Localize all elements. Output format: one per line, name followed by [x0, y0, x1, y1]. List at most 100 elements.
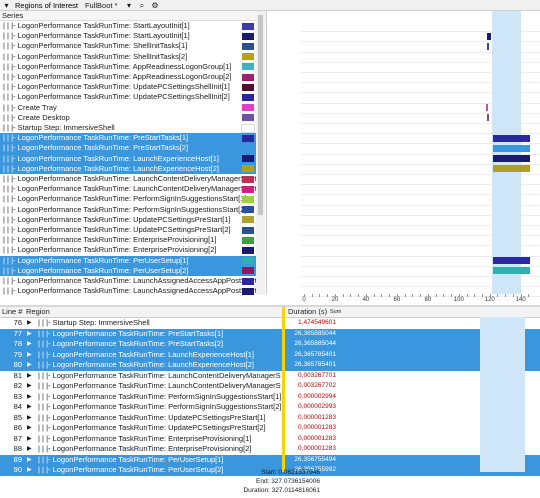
- line-number: 76: [13, 318, 22, 327]
- series-color-swatch[interactable]: [242, 144, 254, 152]
- series-row[interactable]: | | |- Startup Step: ImmersiveShell: [0, 123, 256, 133]
- expand-arrow-icon[interactable]: ▶: [27, 465, 32, 476]
- series-row[interactable]: | | |- LogonPerformance TaskRunTime: Pre…: [0, 143, 256, 154]
- series-color-swatch[interactable]: [242, 236, 254, 244]
- timeline-bar[interactable]: [492, 155, 530, 163]
- series-row[interactable]: | | |- LogonPerformance TaskRunTime: Sta…: [0, 31, 256, 41]
- expand-arrow-icon[interactable]: ▶: [27, 455, 32, 466]
- timeline-bar[interactable]: [486, 42, 489, 50]
- timeline-bar[interactable]: [486, 104, 489, 112]
- series-color-swatch[interactable]: [242, 257, 254, 265]
- expand-arrow-icon[interactable]: ▶: [27, 329, 32, 340]
- expand-arrow-icon[interactable]: ▶: [27, 423, 32, 434]
- timeline-bar[interactable]: [492, 267, 530, 275]
- timeline-bar[interactable]: [492, 134, 530, 142]
- series-row[interactable]: | | |- LogonPerformance TaskRunTime: Per…: [0, 205, 256, 215]
- series-color-swatch[interactable]: [241, 123, 255, 133]
- series-row[interactable]: | | |- LogonPerformance TaskRunTime: App…: [0, 62, 256, 72]
- expand-arrow-icon[interactable]: ▶: [27, 413, 32, 424]
- series-color-swatch[interactable]: [242, 267, 254, 275]
- series-row[interactable]: | | |- LogonPerformance TaskRunTime: App…: [0, 72, 256, 82]
- series-row[interactable]: | | |- LogonPerformance TaskRunTime: Upd…: [0, 215, 256, 225]
- series-color-swatch[interactable]: [242, 53, 254, 61]
- series-row-label: | | |- LogonPerformance TaskRunTime: Per…: [3, 194, 247, 204]
- expand-arrow-icon[interactable]: ▶: [27, 381, 32, 392]
- series-row[interactable]: | | |- LogonPerformance TaskRunTime: Lau…: [0, 174, 256, 184]
- series-row[interactable]: | | |- LogonPerformance TaskRunTime: Upd…: [0, 82, 256, 92]
- expand-arrow-icon[interactable]: ▶: [27, 392, 32, 403]
- search-icon[interactable]: ⌕: [137, 1, 146, 10]
- series-row[interactable]: | | |- LogonPerformance TaskRunTime: Lau…: [0, 286, 256, 295]
- expand-arrow-icon[interactable]: ▶: [27, 350, 32, 361]
- series-row[interactable]: | | |- LogonPerformance TaskRunTime: Upd…: [0, 225, 256, 235]
- expand-arrow-icon[interactable]: ▶: [27, 444, 32, 455]
- gear-icon[interactable]: ⚙: [150, 1, 159, 10]
- series-color-swatch[interactable]: [242, 134, 254, 142]
- series-row[interactable]: | | |- LogonPerformance TaskRunTime: Lau…: [0, 163, 256, 174]
- series-color-swatch[interactable]: [242, 22, 254, 30]
- series-color-swatch[interactable]: [242, 287, 254, 295]
- series-color-swatch[interactable]: [242, 216, 254, 224]
- timeline-bar[interactable]: [492, 257, 530, 265]
- series-row[interactable]: | | |- LogonPerformance TaskRunTime: Lau…: [0, 153, 256, 164]
- expand-arrow-icon[interactable]: ▶: [27, 360, 32, 371]
- series-row-label: | | |- LogonPerformance TaskRunTime: Per…: [3, 255, 189, 265]
- series-row[interactable]: | | |- LogonPerformance TaskRunTime: Per…: [0, 255, 256, 266]
- series-color-swatch[interactable]: [242, 93, 254, 101]
- chevron-down-icon[interactable]: ▾: [2, 1, 11, 10]
- series-row[interactable]: | | |- LogonPerformance TaskRunTime: Ent…: [0, 235, 256, 245]
- col-region[interactable]: Region: [26, 307, 50, 317]
- preset-dropdown-icon[interactable]: ▾: [124, 1, 133, 10]
- series-color-swatch[interactable]: [242, 175, 254, 183]
- series-row[interactable]: | | |- LogonPerformance TaskRunTime: Pre…: [0, 133, 256, 144]
- series-scrollbar[interactable]: [256, 11, 265, 295]
- series-color-swatch[interactable]: [242, 83, 254, 91]
- series-color-swatch[interactable]: [242, 195, 254, 203]
- series-color-swatch[interactable]: [242, 114, 254, 122]
- highlight-range[interactable]: [492, 11, 521, 294]
- series-row[interactable]: | | |- Create Desktop: [0, 113, 256, 123]
- series-color-swatch[interactable]: [242, 73, 254, 81]
- expand-arrow-icon[interactable]: ▶: [27, 339, 32, 350]
- series-row[interactable]: | | |- LogonPerformance TaskRunTime: Lau…: [0, 276, 256, 286]
- series-color-swatch[interactable]: [242, 226, 254, 234]
- timeline-graph[interactable]: 0 20 40 60 80 100 120 140: [300, 11, 540, 303]
- series-color-swatch[interactable]: [242, 63, 254, 71]
- series-row[interactable]: | | |- LogonPerformance TaskRunTime: She…: [0, 41, 256, 51]
- series-row[interactable]: | | |- LogonPerformance TaskRunTime: Upd…: [0, 92, 256, 102]
- column-divider-marker: [282, 307, 285, 472]
- series-row[interactable]: | | |- LogonPerformance TaskRunTime: Lau…: [0, 184, 256, 194]
- expand-arrow-icon[interactable]: ▶: [27, 402, 32, 413]
- duration-value: 0,000001283: [298, 424, 336, 431]
- series-row[interactable]: | | |- Create Tray: [0, 103, 256, 113]
- preset-select[interactable]: FullBoot *: [82, 1, 121, 10]
- series-color-swatch[interactable]: [242, 185, 254, 193]
- series-row-label: | | |- LogonPerformance TaskRunTime: She…: [3, 51, 188, 61]
- timeline-bar[interactable]: [486, 114, 489, 122]
- col-duration[interactable]: Duration (s): [288, 307, 327, 317]
- series-color-swatch[interactable]: [242, 277, 254, 285]
- series-color-swatch[interactable]: [242, 42, 254, 50]
- series-row[interactable]: | | |- LogonPerformance TaskRunTime: Per…: [0, 194, 256, 204]
- series-row[interactable]: | | |- LogonPerformance TaskRunTime: Per…: [0, 265, 256, 276]
- series-row[interactable]: | | |- LogonPerformance TaskRunTime: She…: [0, 52, 256, 62]
- series-color-swatch[interactable]: [242, 104, 254, 112]
- series-row[interactable]: | | |- LogonPerformance TaskRunTime: Sta…: [0, 21, 256, 31]
- series-color-swatch[interactable]: [242, 155, 254, 163]
- series-color-swatch[interactable]: [242, 246, 254, 254]
- line-number: 78: [13, 339, 22, 348]
- expand-arrow-icon[interactable]: ▶: [27, 434, 32, 445]
- series-row[interactable]: | | |- LogonPerformance TaskRunTime: Ent…: [0, 245, 256, 255]
- scrollbar-thumb[interactable]: [258, 15, 263, 215]
- expand-arrow-icon[interactable]: ▶: [27, 371, 32, 382]
- timeline-bar[interactable]: [492, 165, 530, 173]
- timeline-bar[interactable]: [487, 32, 492, 40]
- expand-arrow-icon[interactable]: ▶: [27, 318, 32, 329]
- series-row-label: | | |- LogonPerformance TaskRunTime: Upd…: [3, 225, 231, 234]
- series-color-swatch[interactable]: [242, 32, 254, 40]
- series-color-swatch[interactable]: [242, 165, 254, 173]
- axis-minor-tick: [505, 294, 507, 297]
- col-line[interactable]: Line #: [2, 307, 22, 317]
- timeline-bar[interactable]: [492, 144, 530, 152]
- series-color-swatch[interactable]: [242, 206, 254, 214]
